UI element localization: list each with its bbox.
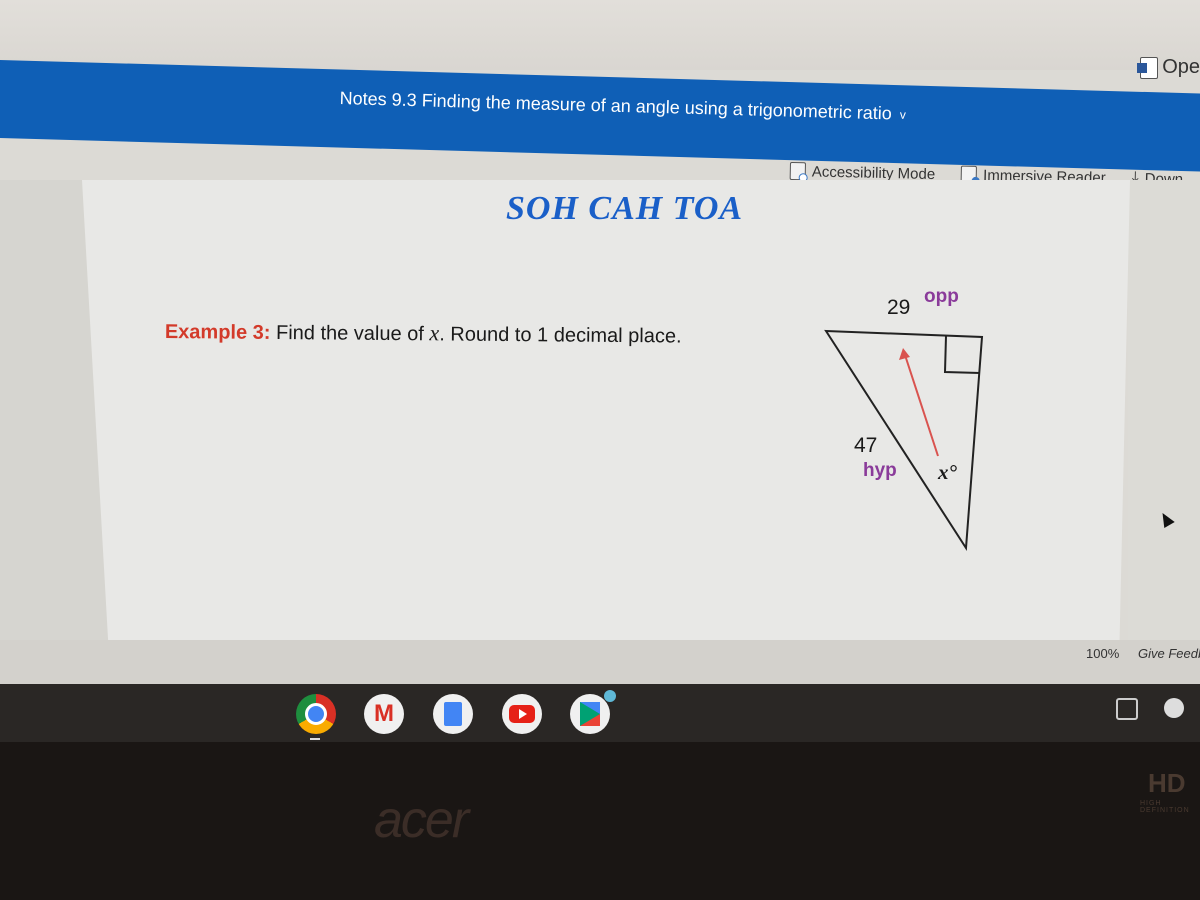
chrome-app-icon[interactable]: [296, 694, 336, 734]
screen: Ope Notes 9.3 Finding the measure of an …: [0, 0, 1200, 742]
clipboard-tray-icon[interactable]: [1116, 698, 1138, 720]
tray-status-icon[interactable]: [1164, 698, 1184, 718]
right-angle-marker: [943, 335, 981, 374]
gmail-icon: M: [374, 700, 394, 727]
play-store-app-icon[interactable]: [570, 690, 616, 734]
running-indicator: [310, 738, 320, 740]
hypotenuse-length: 47: [854, 434, 878, 457]
acer-logo: acer: [374, 791, 469, 849]
opposite-tag: opp: [924, 286, 959, 307]
reference-arrow-head: [899, 348, 910, 360]
zoom-level[interactable]: 100%: [1086, 646, 1119, 661]
play-store-icon: [580, 702, 600, 726]
docs-app-icon[interactable]: [433, 694, 473, 734]
triangle-diagram: [824, 329, 984, 552]
notification-dot: [604, 690, 616, 702]
docs-icon: [444, 702, 462, 726]
gmail-app-icon[interactable]: M: [364, 694, 404, 734]
hypotenuse-tag: hyp: [863, 460, 897, 481]
status-bar: [0, 640, 1200, 685]
opposite-length: 29: [887, 296, 911, 319]
hd-badge: HD: [1148, 768, 1186, 798]
reference-arrow-shaft: [904, 354, 939, 457]
youtube-app-icon[interactable]: [502, 694, 542, 734]
give-feedback-link[interactable]: Give Feedb: [1138, 646, 1200, 661]
angle-label: x°: [938, 460, 957, 484]
right-triangle: [824, 329, 984, 552]
hd-subtitle: HIGH DEFINITION: [1140, 800, 1190, 814]
youtube-icon: [509, 705, 535, 723]
